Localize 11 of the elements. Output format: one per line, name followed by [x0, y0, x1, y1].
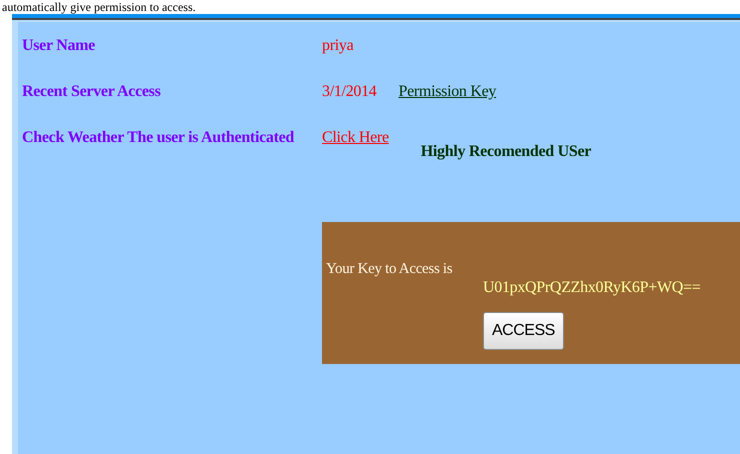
recommendation-text: Highly Recomended USer	[420, 142, 592, 162]
access-key: U01pxQPrQZZhx0RyK6P+WQ==	[483, 276, 700, 300]
field-label: Check Weather The user is Authenticated	[22, 128, 296, 148]
intro-text: automatically give permission to access.	[1, 0, 197, 14]
field-label: Recent Server Access	[22, 82, 162, 102]
key-label: Your Key to Access is	[326, 260, 454, 279]
field-value: priya	[322, 36, 354, 56]
permission-key-link[interactable]: Permission Key	[398, 80, 496, 104]
field-label: User Name	[22, 36, 96, 56]
field-value: 3/1/2014	[322, 82, 376, 102]
access-button[interactable]: ACCESS	[483, 312, 564, 350]
